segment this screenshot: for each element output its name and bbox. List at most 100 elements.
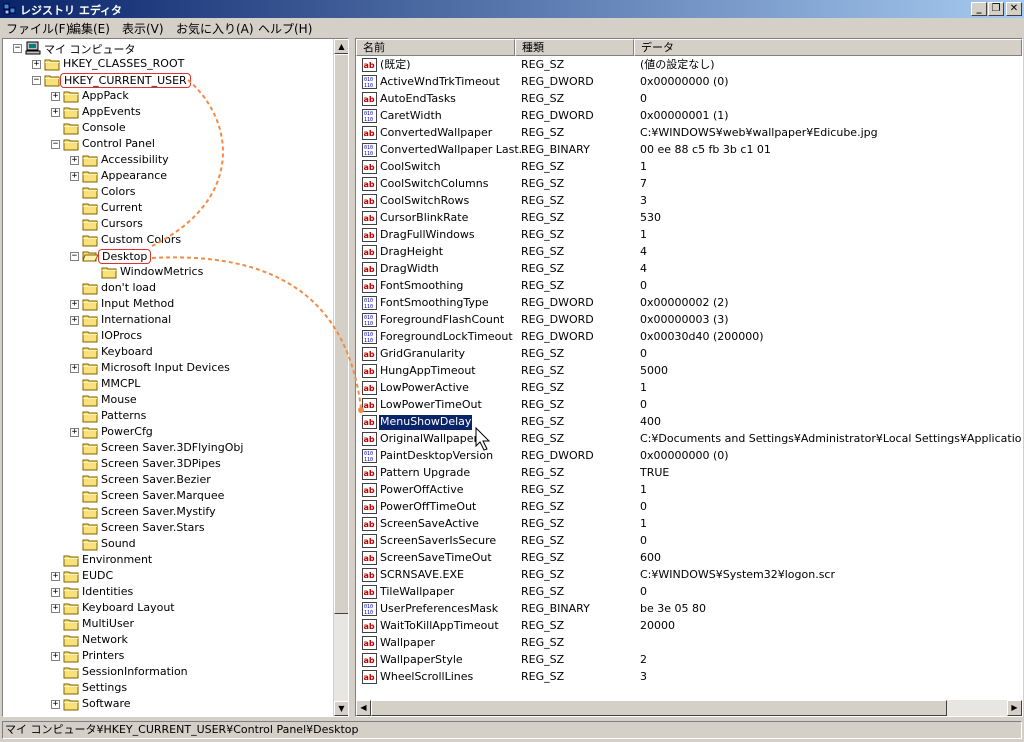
value-row[interactable]: 010 110 CaretWidth REG_DWORD 0x00000001 (1): [356, 108, 1022, 125]
values-list-pane[interactable]: 名前 種類 データ ab (既定) REG_SZ (値の設定なし) 010 110 Acti…: [355, 38, 1023, 717]
value-row[interactable]: ab DragFullWindows REG_SZ 1: [356, 227, 1022, 244]
tree-node[interactable]: Console: [3, 120, 333, 136]
menu-favorites[interactable]: お気に入り(A): [176, 20, 254, 37]
value-row[interactable]: ab LowPowerTimeOut REG_SZ 0: [356, 397, 1022, 414]
expand-icon[interactable]: +: [51, 588, 60, 597]
value-row[interactable]: ab ScreenSaveTimeOut REG_SZ 600: [356, 550, 1022, 567]
value-row[interactable]: ab PowerOffTimeOut REG_SZ 0: [356, 499, 1022, 516]
tree-node[interactable]: Network: [3, 632, 333, 648]
tree-node[interactable]: + Identities: [3, 584, 333, 600]
tree-node[interactable]: Custom Colors: [3, 232, 333, 248]
collapse-icon[interactable]: −: [70, 252, 79, 261]
value-row[interactable]: ab CursorBlinkRate REG_SZ 530: [356, 210, 1022, 227]
scroll-thumb[interactable]: [334, 54, 348, 614]
tree-node[interactable]: Screen Saver.Stars: [3, 520, 333, 536]
collapse-icon[interactable]: −: [13, 44, 22, 53]
value-row[interactable]: ab SCRNSAVE.EXE REG_SZ C:¥WINDOWS¥System32¥…: [356, 567, 1022, 584]
tree-node[interactable]: Screen Saver.Mystify: [3, 504, 333, 520]
value-row[interactable]: ab LowPowerActive REG_SZ 1: [356, 380, 1022, 397]
value-row[interactable]: ab AutoEndTasks REG_SZ 0: [356, 91, 1022, 108]
tree-node[interactable]: + Software: [3, 696, 333, 712]
tree-node[interactable]: IOProcs: [3, 328, 333, 344]
tree-node[interactable]: Screen Saver.3DFlyingObj: [3, 440, 333, 456]
scroll-up-button[interactable]: ▲: [334, 39, 348, 54]
value-row[interactable]: 010 110 FontSmoothingType REG_DWORD 0x000000…: [356, 295, 1022, 312]
expand-icon[interactable]: +: [51, 604, 60, 613]
expand-icon[interactable]: +: [70, 364, 79, 373]
value-row[interactable]: 010 110 PaintDesktopVersion REG_DWORD 0x0000…: [356, 448, 1022, 465]
tree-node[interactable]: + Printers: [3, 648, 333, 664]
menu-file[interactable]: ファイル(F): [6, 20, 70, 37]
value-row[interactable]: ab MenuShowDelay REG_SZ 400: [356, 414, 1022, 431]
expand-icon[interactable]: +: [70, 316, 79, 325]
maximize-button[interactable]: ❐: [988, 2, 1004, 16]
tree-node[interactable]: + Microsoft Input Devices: [3, 360, 333, 376]
tree-vertical-scrollbar[interactable]: ▲ ▼: [333, 39, 348, 716]
tree-node[interactable]: + HKEY_CLASSES_ROOT: [3, 56, 333, 72]
value-row[interactable]: ab FontSmoothing REG_SZ 0: [356, 278, 1022, 295]
tree-node[interactable]: + AppPack: [3, 88, 333, 104]
value-row[interactable]: ab TileWallpaper REG_SZ 0: [356, 584, 1022, 601]
value-row[interactable]: ab GridGranularity REG_SZ 0: [356, 346, 1022, 363]
tree-node[interactable]: MMCPL: [3, 376, 333, 392]
tree-node[interactable]: + AppEvents: [3, 104, 333, 120]
value-row[interactable]: ab Pattern Upgrade REG_SZ TRUE: [356, 465, 1022, 482]
tree-node[interactable]: + EUDC: [3, 568, 333, 584]
value-row[interactable]: ab ScreenSaveActive REG_SZ 1: [356, 516, 1022, 533]
column-header-name[interactable]: 名前: [356, 39, 515, 56]
value-row[interactable]: 010 110 UserPreferencesMask REG_BINARY be 3e…: [356, 601, 1022, 618]
tree-node[interactable]: Cursors: [3, 216, 333, 232]
expand-icon[interactable]: +: [70, 300, 79, 309]
menu-view[interactable]: 表示(V): [122, 20, 164, 37]
expand-icon[interactable]: +: [51, 700, 60, 709]
value-row[interactable]: ab WallpaperStyle REG_SZ 2: [356, 652, 1022, 669]
tree-node[interactable]: Keyboard: [3, 344, 333, 360]
tree-node[interactable]: Screen Saver.3DPipes: [3, 456, 333, 472]
expand-icon[interactable]: +: [51, 108, 60, 117]
tree-node[interactable]: Screen Saver.Bezier: [3, 472, 333, 488]
tree-node[interactable]: Current: [3, 200, 333, 216]
value-row[interactable]: ab ScreenSaverIsSecure REG_SZ 0: [356, 533, 1022, 550]
tree-node[interactable]: + International: [3, 312, 333, 328]
close-button[interactable]: ✕: [1006, 2, 1022, 16]
tree-node[interactable]: Screen Saver.Marquee: [3, 488, 333, 504]
value-row[interactable]: ab DragWidth REG_SZ 4: [356, 261, 1022, 278]
tree-node[interactable]: Settings: [3, 680, 333, 696]
expand-icon[interactable]: +: [70, 428, 79, 437]
tree-node[interactable]: + Accessibility: [3, 152, 333, 168]
collapse-icon[interactable]: −: [32, 76, 41, 85]
value-row[interactable]: ab HungAppTimeout REG_SZ 5000: [356, 363, 1022, 380]
scroll-right-button[interactable]: ▶: [1007, 700, 1022, 716]
collapse-icon[interactable]: −: [51, 140, 60, 149]
tree-node[interactable]: + PowerCfg: [3, 424, 333, 440]
tree-node[interactable]: + Appearance: [3, 168, 333, 184]
column-header-type[interactable]: 種類: [515, 39, 634, 56]
key-tree-pane[interactable]: − マイ コンピュータ + HKEY_CLASSES_ROOT − HKEY_CURREN…: [2, 38, 349, 717]
value-row[interactable]: ab OriginalWallpaper REG_SZ C:¥Documents an…: [356, 431, 1022, 448]
value-row[interactable]: ab CoolSwitchColumns REG_SZ 7: [356, 176, 1022, 193]
tree-node[interactable]: SessionInformation: [3, 664, 333, 680]
tree-node[interactable]: + Input Method: [3, 296, 333, 312]
value-row[interactable]: 010 110 ActiveWndTrkTimeout REG_DWORD 0x0000…: [356, 74, 1022, 91]
value-row[interactable]: ab WheelScrollLines REG_SZ 3: [356, 669, 1022, 686]
scroll-down-button[interactable]: ▼: [334, 701, 348, 716]
expand-icon[interactable]: +: [51, 572, 60, 581]
hscroll-thumb[interactable]: [371, 700, 947, 716]
tree-node[interactable]: Sound: [3, 536, 333, 552]
minimize-button[interactable]: _: [971, 2, 987, 16]
value-row[interactable]: ab DragHeight REG_SZ 4: [356, 244, 1022, 261]
expand-icon[interactable]: +: [70, 156, 79, 165]
tree-node[interactable]: Colors: [3, 184, 333, 200]
tree-node[interactable]: Patterns: [3, 408, 333, 424]
value-row[interactable]: 010 110 ForegroundFlashCount REG_DWORD 0x000…: [356, 312, 1022, 329]
tree-node[interactable]: − Desktop: [3, 248, 333, 264]
value-row[interactable]: ab PowerOffActive REG_SZ 1: [356, 482, 1022, 499]
list-horizontal-scrollbar[interactable]: ◀ ▶: [356, 700, 1022, 716]
tree-node[interactable]: − Control Panel: [3, 136, 333, 152]
tree-node[interactable]: WindowMetrics: [3, 264, 333, 280]
value-row[interactable]: ab Wallpaper REG_SZ: [356, 635, 1022, 652]
expand-icon[interactable]: +: [70, 172, 79, 181]
value-row[interactable]: ab ConvertedWallpaper REG_SZ C:¥WINDOWS¥web…: [356, 125, 1022, 142]
value-row[interactable]: ab WaitToKillAppTimeout REG_SZ 20000: [356, 618, 1022, 635]
menu-edit[interactable]: 編集(E): [69, 20, 110, 37]
